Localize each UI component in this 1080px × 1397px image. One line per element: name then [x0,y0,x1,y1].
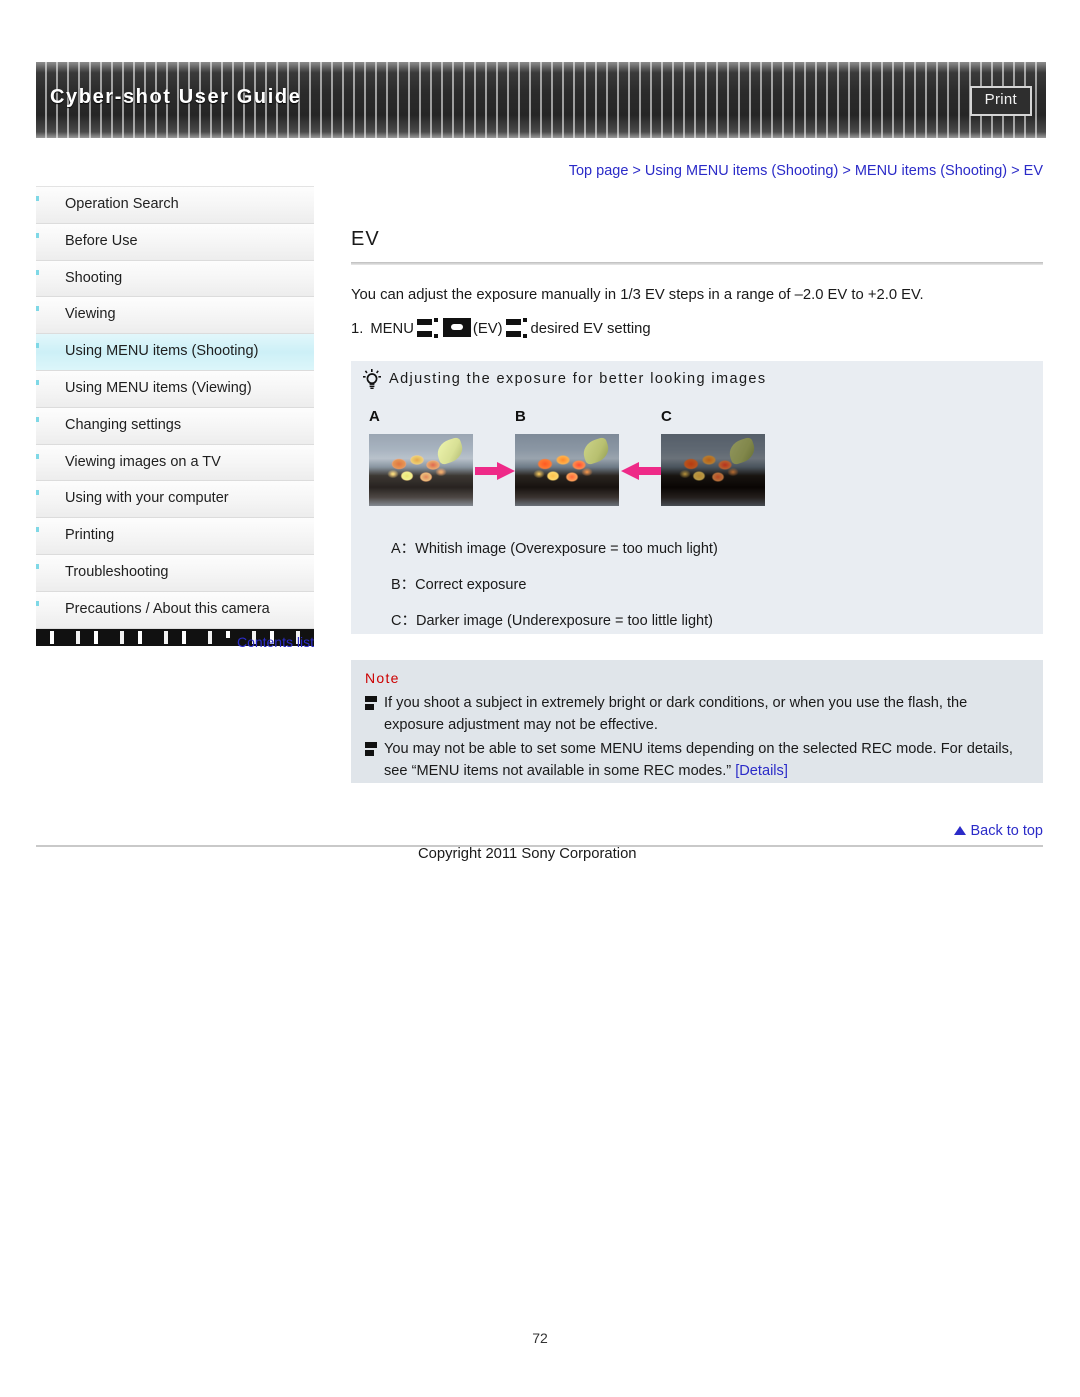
sidebar-item-operation-search[interactable]: Operation Search [36,187,314,224]
exposure-figure-group: A B C [363,406,783,516]
arrow-right-icon [505,317,528,339]
ev-exposure-icon [442,318,471,337]
dash-icon [214,638,232,645]
sidebar-item-label: Using with your computer [65,490,229,507]
step-ev-label: (EV) [472,321,503,337]
figure-label-a: A [369,408,380,425]
back-to-top-label: Back to top [970,823,1043,839]
sidebar-item-shooting[interactable]: Shooting [36,260,314,298]
document-page: Cyber-shot User Guide Print Operation Se… [0,0,1080,1397]
figure-label-b: B [515,408,526,425]
sidebar-item-before-use[interactable]: Before Use [36,223,314,261]
details-link[interactable]: [Details] [735,763,788,779]
note-item: If you shoot a subject in extremely brig… [365,692,1030,736]
sidebar-item-label: Precautions / About this camera [65,600,270,617]
breadcrumb[interactable]: Top page > Using MENU items (Shooting) >… [351,163,1043,179]
sidebar-item-label: Using MENU items (Viewing) [65,379,252,396]
note-panel: Note If you shoot a subject in extremely… [351,660,1043,783]
figure-label-c: C [661,408,672,425]
sidebar-item-using-menu-items-viewing[interactable]: Using MENU items (Viewing) [36,370,314,408]
sidebar-item-label: Operation Search [65,196,179,212]
sidebar-item-troubleshooting[interactable]: Troubleshooting [36,554,314,592]
arrow-right-pink-icon [475,462,515,480]
contents-list-row[interactable]: Contents list [36,634,314,650]
note-list: If you shoot a subject in extremely brig… [365,692,1030,784]
site-header: Cyber-shot User Guide Print [36,62,1046,138]
caption-b: B：Correct exposure [391,577,527,593]
sidebar-item-label: Before Use [65,232,138,249]
note-item-text: You may not be able to set some MENU ite… [384,741,1013,779]
note-title: Note [365,670,400,686]
note-item: You may not be able to set some MENU ite… [365,738,1030,782]
sidebar-item-label: Viewing images on a TV [65,453,221,470]
note-item-text: If you shoot a subject in extremely brig… [384,695,968,733]
sidebar-item-label: Changing settings [65,416,182,433]
photo-underexposed [661,434,765,506]
caption-a: A：Whitish image (Overexposure = too much… [391,541,718,557]
sidebar-item-label: Printing [65,527,115,544]
tip-panel: Adjusting the exposure for better lookin… [351,361,1043,634]
intro-paragraph: You can adjust the exposure manually in … [351,287,924,303]
sidebar-nav: Operation Search Before Use Shooting Vie… [36,186,314,646]
note-bullet-icon [365,742,377,756]
note-bullet-icon [365,696,377,710]
page-number: 72 [532,1330,548,1346]
sidebar-item-label: Using MENU items (Shooting) [65,343,259,360]
sidebar-item-changing-settings[interactable]: Changing settings [36,407,314,445]
title-divider [351,262,1043,265]
step-number: 1. [351,321,364,337]
triangle-up-icon [954,826,967,835]
step-menu-word: MENU [370,321,414,337]
tip-heading-text: Adjusting the exposure for better lookin… [389,371,767,387]
sidebar-item-using-menu-items-shooting[interactable]: Using MENU items (Shooting) [36,334,314,371]
caption-c: C：Darker image (Underexposure = too litt… [391,613,713,629]
contents-list-link[interactable]: Contents list [237,634,314,650]
print-button[interactable]: Print [969,86,1032,116]
photo-overexposed [369,434,473,506]
sidebar-item-printing[interactable]: Printing [36,518,314,555]
figure-captions: A：Whitish image (Overexposure = too much… [391,531,718,639]
step-tail-text: desired EV setting [530,321,651,337]
sidebar-item-viewing-images-on-a-tv[interactable]: Viewing images on a TV [36,444,314,482]
arrow-right-icon [416,317,439,339]
procedure-step-1: 1. MENU (EV) desired EV setting [351,316,651,342]
sidebar-item-label: Shooting [65,269,123,286]
sidebar-item-label: Troubleshooting [65,563,169,580]
copyright-text: Copyright 2011 Sony Corporation [418,846,637,862]
sidebar-item-viewing[interactable]: Viewing [36,297,314,335]
sidebar-item-using-with-your-computer[interactable]: Using with your computer [36,481,314,519]
sidebar-item-precautions-about-this-camera[interactable]: Precautions / About this camera [36,591,314,629]
site-title: Cyber-shot User Guide [50,86,302,108]
page-title: EV [351,228,380,250]
photo-correct-exposure [515,434,619,506]
sidebar-item-label: Viewing [65,306,116,323]
tip-heading: Adjusting the exposure for better lookin… [365,371,767,387]
arrow-left-pink-icon [621,462,661,480]
back-to-top-link[interactable]: Back to top [700,823,1043,839]
